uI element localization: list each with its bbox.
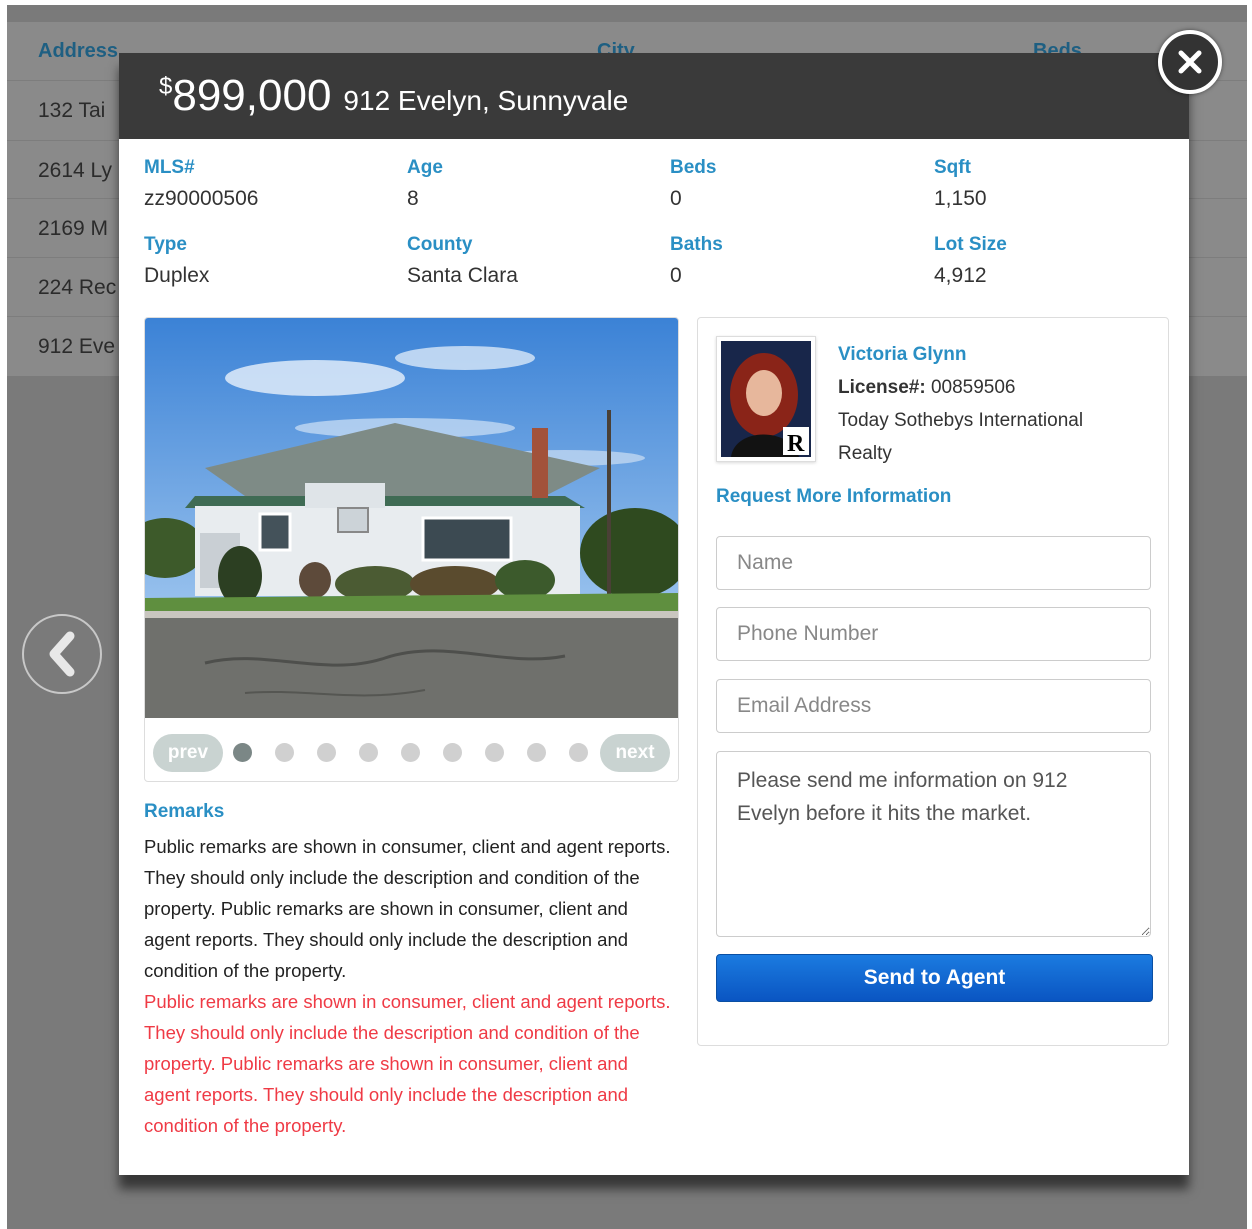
- carousel-next-button[interactable]: next: [600, 734, 670, 772]
- fact-beds: Beds 0: [670, 157, 910, 211]
- property-photo[interactable]: [145, 318, 679, 718]
- row-address: 912 Eve: [38, 335, 116, 358]
- agent-name[interactable]: Victoria Glynn: [838, 338, 1118, 371]
- row-address: 132 Tai: [38, 99, 106, 122]
- fact-label: Sqft: [934, 157, 971, 178]
- close-icon: [1178, 50, 1202, 74]
- carousel-dot[interactable]: [317, 743, 336, 762]
- send-to-agent-button[interactable]: Send to Agent: [716, 954, 1153, 1002]
- agent-photo: R: [721, 341, 811, 457]
- carousel-dot[interactable]: [527, 743, 546, 762]
- photo-carousel: prev next: [144, 317, 679, 782]
- fact-label: Baths: [670, 234, 723, 255]
- close-modal-button[interactable]: [1158, 30, 1222, 94]
- fact-value: 4,912: [934, 264, 987, 287]
- fact-label: Beds: [670, 157, 717, 178]
- fact-value: 8: [407, 187, 419, 210]
- carousel-controls: prev next: [145, 718, 678, 781]
- listing-price: $899,000: [159, 71, 331, 121]
- agent-license: License#: 00859506: [838, 371, 1118, 404]
- carousel-dot[interactable]: [485, 743, 504, 762]
- carousel-dot[interactable]: [233, 743, 252, 762]
- fact-lot-size: Lot Size 4,912: [934, 234, 1174, 288]
- fact-label: Type: [144, 234, 187, 255]
- row-address: 2169 M: [38, 217, 109, 240]
- carousel-dot[interactable]: [401, 743, 420, 762]
- fact-value: 1,150: [934, 187, 987, 210]
- agent-brokerage: Today Sothebys International Realty: [838, 410, 1084, 464]
- carousel-dot[interactable]: [443, 743, 462, 762]
- carousel-dot[interactable]: [569, 743, 588, 762]
- carousel-dot[interactable]: [359, 743, 378, 762]
- fact-type: Type Duplex: [144, 234, 384, 288]
- fact-age: Age 8: [407, 157, 647, 211]
- license-number: 00859506: [930, 377, 1016, 398]
- agent-avatar: R: [716, 336, 816, 462]
- agent-contact-panel: R Victoria Glynn License#: 00859506 Toda…: [697, 317, 1169, 1046]
- row-address: 2614 Ly: [38, 159, 112, 182]
- row-address: 224 Rec: [38, 276, 117, 299]
- remarks-public: Public remarks are shown in consumer, cl…: [144, 836, 671, 981]
- name-field[interactable]: [716, 536, 1151, 590]
- email-field[interactable]: [716, 679, 1151, 733]
- previous-listing-button[interactable]: [22, 614, 102, 694]
- fact-value: 0: [670, 187, 682, 210]
- modal-header: $899,000 912 Evelyn, Sunnyvale: [119, 53, 1189, 139]
- fact-value: 0: [670, 264, 682, 287]
- fact-value: zz90000506: [144, 187, 259, 210]
- message-textarea[interactable]: Please send me information on 912 Evelyn…: [716, 751, 1151, 937]
- realtor-r-logo: R: [787, 431, 805, 457]
- fact-sqft: Sqft 1,150: [934, 157, 1174, 211]
- fact-value: Duplex: [144, 264, 210, 287]
- price-value: 899,000: [172, 71, 332, 120]
- fact-baths: Baths 0: [670, 234, 910, 288]
- fact-label: County: [407, 234, 473, 255]
- remarks-text: Public remarks are shown in consumer, cl…: [144, 831, 674, 1141]
- column-header-address[interactable]: Address: [38, 40, 118, 63]
- carousel-dot[interactable]: [275, 743, 294, 762]
- fact-label: Age: [407, 157, 443, 178]
- license-label: License#:: [838, 377, 926, 398]
- chevron-left-icon: [49, 631, 75, 677]
- remarks-highlighted: Public remarks are shown in consumer, cl…: [144, 991, 671, 1136]
- agent-info: Victoria Glynn License#: 00859506 Today …: [838, 338, 1118, 470]
- listing-address: 912 Evelyn, Sunnyvale: [343, 85, 629, 116]
- remarks-title: Remarks: [144, 801, 225, 822]
- fact-label: Lot Size: [934, 234, 1007, 255]
- fact-label: MLS#: [144, 157, 195, 178]
- currency-symbol: $: [159, 73, 173, 100]
- fact-county: County Santa Clara: [407, 234, 647, 288]
- phone-field[interactable]: [716, 607, 1151, 661]
- listing-modal: $899,000 912 Evelyn, Sunnyvale MLS# zz90…: [119, 53, 1189, 1175]
- carousel-prev-button[interactable]: prev: [153, 734, 223, 772]
- request-info-title: Request More Information: [716, 486, 952, 507]
- fact-value: Santa Clara: [407, 264, 518, 287]
- fact-mls: MLS# zz90000506: [144, 157, 384, 211]
